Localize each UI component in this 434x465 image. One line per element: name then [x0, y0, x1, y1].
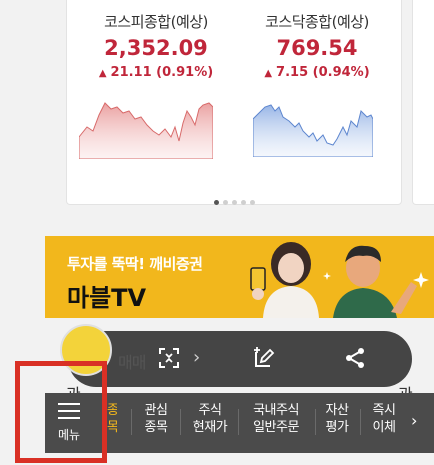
nav-item-label: 종목 — [144, 420, 168, 435]
nav-item-assets[interactable]: 자산 평가 — [320, 402, 354, 436]
carousel-dot[interactable] — [222, 200, 228, 205]
nav-item-label: 현재가 — [192, 420, 228, 435]
market-index-card[interactable]: 코스피종합(예상) 2,352.09 ▲ 21.11 (0.91%) 코스닥종합(… — [66, 0, 402, 205]
nav-divider — [238, 409, 239, 435]
next-card-peek[interactable] — [412, 0, 434, 205]
carousel-dot[interactable] — [213, 200, 219, 205]
nav-item-label: 일반주문 — [253, 420, 299, 435]
nav-divider — [180, 409, 181, 435]
kosdaq-sparkline — [253, 104, 373, 157]
kospi-name: 코스피종합(예상) — [104, 13, 208, 31]
nav-divider — [360, 409, 361, 435]
kospi-change-text: 21.11 (0.91%) — [110, 65, 214, 80]
carousel-dot[interactable] — [240, 200, 246, 205]
up-triangle-icon: ▲ — [98, 68, 107, 79]
floating-bar-label[interactable]: 매매 — [118, 349, 146, 373]
nav-divider — [315, 409, 316, 435]
chevron-right-icon[interactable]: › — [411, 411, 417, 430]
promo-banner[interactable]: 투자를 뚝딱! 깨비증권 마블TV — [45, 236, 434, 318]
nav-item-transfer[interactable]: 즉시 이체 — [367, 402, 401, 436]
nav-item-domestic-order[interactable]: 국내주식 일반주문 — [243, 402, 309, 436]
nav-item-watchlist[interactable]: 관심 종목 — [137, 402, 175, 436]
screen: 코스피종합(예상) 2,352.09 ▲ 21.11 (0.91%) 코스닥종합(… — [0, 0, 434, 465]
banner-subtitle: 투자를 뚝딱! 깨비증권 — [67, 255, 203, 273]
nav-divider — [131, 409, 132, 435]
chevron-right-icon[interactable]: › — [193, 347, 200, 368]
kosdaq-change: ▲ 7.15 (0.94%) — [242, 65, 392, 80]
banner-title: 마블TV — [67, 284, 147, 312]
nav-item-label: 국내주식 — [253, 403, 299, 418]
carousel-dot[interactable] — [231, 200, 237, 205]
kospi-sparkline — [79, 102, 213, 159]
kospi-value: 2,352.09 — [104, 36, 208, 60]
highlight-box — [15, 361, 107, 463]
nav-item-label: 자산 — [325, 403, 349, 418]
kospi-change: ▲ 21.11 (0.91%) — [81, 65, 231, 80]
kosdaq-name: 코스닥종합(예상) — [265, 13, 369, 31]
nav-item-label: 관심 — [144, 403, 168, 418]
nav-item-label: 주식 — [198, 403, 222, 418]
up-triangle-icon: ▲ — [264, 68, 273, 79]
kospi-index[interactable]: 코스피종합(예상) 2,352.09 ▲ 21.11 (0.91%) — [81, 11, 231, 80]
nav-item-label: 이체 — [372, 420, 396, 435]
share-icon[interactable] — [343, 346, 367, 370]
nav-item-stock-price[interactable]: 주식 현재가 — [187, 402, 233, 436]
nav-item-label: 평가 — [325, 420, 349, 435]
carousel-dots[interactable] — [67, 190, 401, 209]
nav-peek-item[interactable]: 종목 — [107, 402, 117, 442]
kosdaq-index[interactable]: 코스닥종합(예상) 769.54 ▲ 7.15 (0.94%) — [242, 11, 392, 80]
scan-icon[interactable] — [157, 346, 181, 370]
carousel-dot[interactable] — [249, 200, 255, 205]
nav-item-label: 즉시 — [372, 403, 396, 418]
banner-people-image — [250, 242, 429, 318]
edit-add-icon[interactable] — [252, 346, 276, 370]
kosdaq-change-text: 7.15 (0.94%) — [276, 65, 370, 80]
kosdaq-value: 769.54 — [276, 36, 358, 60]
